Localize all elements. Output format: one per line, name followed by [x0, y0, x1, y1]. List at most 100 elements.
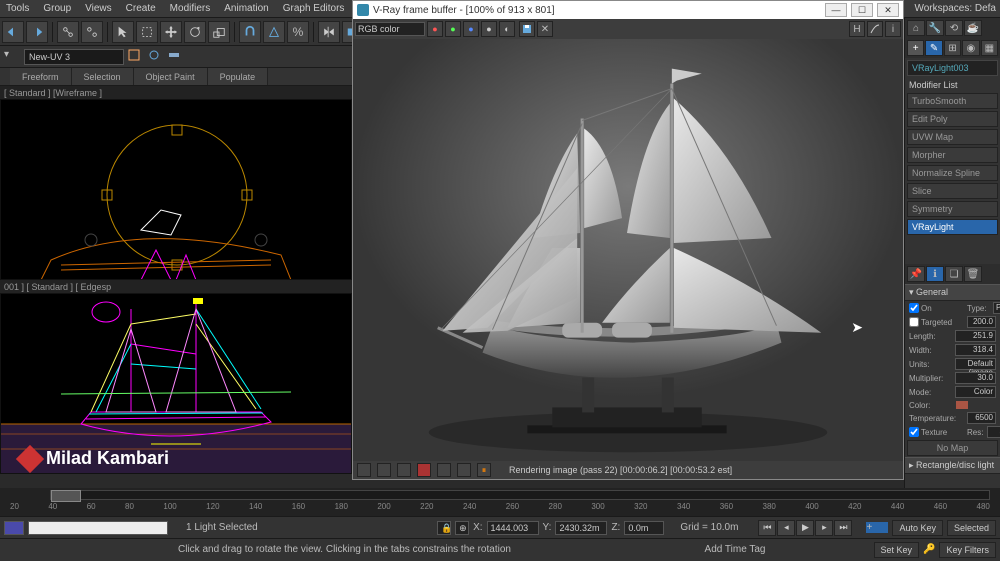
- vfb-titlebar[interactable]: V-Ray frame buffer - [100% of 913 x 801]…: [353, 1, 903, 19]
- show-end-result-icon[interactable]: ℹ: [926, 266, 944, 282]
- scale-button[interactable]: [208, 21, 230, 43]
- coord-icon[interactable]: ⊕: [455, 521, 469, 535]
- stack-slice[interactable]: Slice: [907, 183, 998, 199]
- motion-tab-icon[interactable]: ◉: [962, 40, 979, 56]
- wrench-icon[interactable]: 🔧: [926, 20, 944, 36]
- make-unique-icon[interactable]: ❏: [945, 266, 963, 282]
- isolate-button[interactable]: +: [866, 522, 888, 533]
- vfb-history-button[interactable]: H: [849, 21, 865, 37]
- menu-create[interactable]: Create: [124, 3, 158, 14]
- maxscript-input[interactable]: [28, 521, 168, 535]
- vfb-save-button[interactable]: [519, 21, 535, 37]
- uv-set-dropdown[interactable]: [24, 49, 124, 65]
- play-button[interactable]: ▶: [796, 520, 814, 536]
- targeted-value[interactable]: 200.0: [967, 316, 996, 328]
- multiplier-value[interactable]: 30.0: [955, 372, 996, 384]
- vfb-green-channel[interactable]: ●: [445, 21, 461, 37]
- lock-icon[interactable]: 🔒: [437, 521, 451, 535]
- general-rollout-header[interactable]: ▾ General: [905, 284, 1000, 301]
- uv-tool-a[interactable]: [128, 49, 144, 65]
- menu-group[interactable]: Group: [41, 3, 73, 14]
- time-slider[interactable]: [50, 490, 990, 500]
- remove-modifier-icon[interactable]: 🗑: [964, 266, 982, 282]
- window-close-button[interactable]: ✕: [877, 3, 899, 17]
- vfb-track-button[interactable]: [397, 463, 411, 477]
- key-icon[interactable]: 🔑: [923, 544, 935, 555]
- z-coord[interactable]: 0.0m: [624, 521, 664, 535]
- mirror-button[interactable]: [318, 21, 340, 43]
- percent-snap-toggle[interactable]: %: [287, 21, 309, 43]
- vfb-channel-dropdown[interactable]: [355, 22, 425, 36]
- y-coord[interactable]: 2430.32m: [555, 521, 607, 535]
- mode-tab-freeform[interactable]: Freeform: [10, 68, 72, 85]
- stack-uvwmap[interactable]: UVW Map: [907, 129, 998, 145]
- stack-symmetry[interactable]: Symmetry: [907, 201, 998, 217]
- mode-tab-populate[interactable]: Populate: [208, 68, 269, 85]
- pin-stack-icon[interactable]: 📌: [907, 266, 925, 282]
- vfb-region-button[interactable]: [377, 463, 391, 477]
- vfb-red-channel[interactable]: ●: [427, 21, 443, 37]
- undo-button[interactable]: [2, 21, 24, 43]
- goto-end-button[interactable]: ⏭: [834, 520, 852, 536]
- vfb-mono-channel[interactable]: ◐: [499, 21, 515, 37]
- menu-modifiers[interactable]: Modifiers: [168, 3, 213, 14]
- display-tab-icon[interactable]: ▦: [981, 40, 998, 56]
- teapot-icon[interactable]: ☕: [964, 20, 982, 36]
- hierarchy-tab-icon[interactable]: ⊞: [944, 40, 961, 56]
- snap-toggle[interactable]: [239, 21, 261, 43]
- stack-vraylight[interactable]: VRayLight: [907, 219, 998, 235]
- angle-snap-toggle[interactable]: [263, 21, 285, 43]
- select-rect-button[interactable]: [136, 21, 158, 43]
- timeline[interactable]: 20 40 60 80 100 120 140 160 180 200 220 …: [0, 488, 1000, 516]
- stack-normalizespline[interactable]: Normalize Spline: [907, 165, 998, 181]
- stack-morpher[interactable]: Morpher: [907, 147, 998, 163]
- time-slider-thumb[interactable]: [51, 490, 81, 502]
- workspaces-label[interactable]: Workspaces: Defa: [914, 3, 996, 14]
- window-maximize-button[interactable]: ☐: [851, 3, 873, 17]
- autokey-toggle[interactable]: Auto Key: [892, 520, 943, 536]
- color-swatch[interactable]: [955, 400, 969, 410]
- vfb-render-view[interactable]: ➤: [353, 39, 903, 461]
- house-icon[interactable]: ⌂: [907, 20, 925, 36]
- vfb-clear-button[interactable]: ✕: [537, 21, 553, 37]
- unlink-button[interactable]: [81, 21, 103, 43]
- vfb-stop-button[interactable]: [417, 463, 431, 477]
- width-value[interactable]: 318.4: [955, 344, 996, 356]
- window-minimize-button[interactable]: —: [825, 3, 847, 17]
- orbit-icon[interactable]: ⟲: [945, 20, 963, 36]
- redo-button[interactable]: [26, 21, 48, 43]
- res-value[interactable]: 5: [987, 426, 1000, 438]
- maxscript-icon[interactable]: [4, 521, 24, 535]
- vfb-alpha-channel[interactable]: ●: [481, 21, 497, 37]
- link-button[interactable]: [57, 21, 79, 43]
- object-name-field[interactable]: VRayLight003: [907, 60, 998, 76]
- length-value[interactable]: 251.9: [955, 330, 996, 342]
- x-coord[interactable]: 1444.003: [487, 521, 539, 535]
- menu-tools[interactable]: Tools: [4, 3, 31, 14]
- vfb-pause-icon[interactable]: ⏸: [477, 463, 491, 477]
- rect-disc-rollout-header[interactable]: ▸ Rectangle/disc light: [905, 457, 1000, 474]
- uv-dropdown-icon[interactable]: ▾: [4, 49, 20, 65]
- uv-tool-c[interactable]: [168, 49, 184, 65]
- setkey-button[interactable]: Set Key: [874, 542, 920, 558]
- targeted-checkbox[interactable]: [909, 317, 919, 327]
- stack-editpoly[interactable]: Edit Poly: [907, 111, 998, 127]
- vfb-camera-icon[interactable]: [457, 463, 471, 477]
- modify-tab-icon[interactable]: ✎: [925, 40, 942, 56]
- selected-filters[interactable]: Selected: [947, 520, 996, 536]
- select-button[interactable]: [112, 21, 134, 43]
- viewport-top[interactable]: [0, 99, 352, 280]
- vfb-lock-icon[interactable]: [437, 463, 451, 477]
- mode-dropdown[interactable]: Color: [955, 386, 996, 398]
- temperature-value[interactable]: 6500: [967, 412, 996, 424]
- rotate-button[interactable]: [184, 21, 206, 43]
- on-checkbox[interactable]: [909, 303, 919, 313]
- nomap-button[interactable]: No Map: [907, 440, 998, 456]
- viewport-bottom-label[interactable]: 001 ] [ Standard ] [ Edgesp: [0, 280, 352, 293]
- viewport-top-label[interactable]: [ Standard ] [Wireframe ]: [0, 86, 352, 99]
- vfb-info-button[interactable]: i: [885, 21, 901, 37]
- move-button[interactable]: [160, 21, 182, 43]
- type-dropdown[interactable]: Plane: [993, 302, 1000, 314]
- menu-animation[interactable]: Animation: [222, 3, 270, 14]
- menu-graph-editors[interactable]: Graph Editors: [281, 3, 347, 14]
